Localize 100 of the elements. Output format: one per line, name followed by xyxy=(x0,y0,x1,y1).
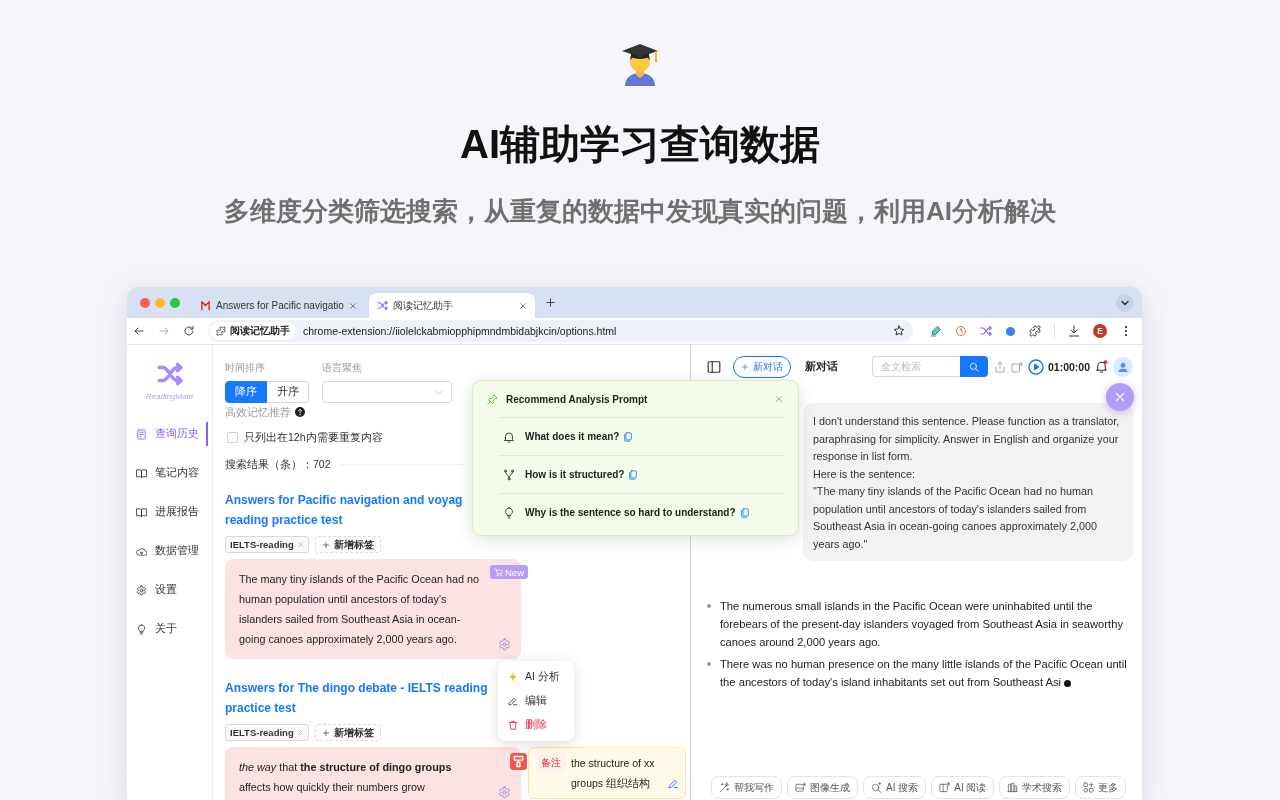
hero-title: AI辅助学习查询数据 xyxy=(460,121,820,168)
menu-item[interactable]: 编辑 xyxy=(498,689,574,713)
plus-icon xyxy=(741,362,749,371)
search-icon xyxy=(968,361,979,372)
pencil-icon xyxy=(508,696,518,706)
nav-item[interactable]: 笔记内容 xyxy=(132,461,208,485)
tag-label: IELTS-reading xyxy=(230,727,294,738)
zoom-window-icon[interactable] xyxy=(170,297,180,308)
settings-icon xyxy=(136,584,147,596)
search-sparkle-icon xyxy=(871,782,882,793)
badge-label: New xyxy=(505,566,524,578)
site-logo-icon xyxy=(200,300,211,311)
circle-icon[interactable] xyxy=(1005,325,1016,337)
settings-icon[interactable] xyxy=(498,638,511,651)
student-icon xyxy=(620,42,660,86)
cart-icon xyxy=(494,567,503,577)
tool-button[interactable]: 帮我写作 xyxy=(711,776,782,799)
nav-item[interactable]: 关于 xyxy=(132,617,208,641)
play-icon[interactable] xyxy=(1027,358,1044,375)
pin-icon xyxy=(487,393,498,405)
prompt-option[interactable]: How is it structured? xyxy=(499,455,784,493)
add-window-icon[interactable] xyxy=(1010,360,1023,373)
excerpt-text: the way that the structure of dingo groups affects how quickly their numbers grow xyxy=(239,760,453,795)
cloud-icon xyxy=(136,545,147,557)
checkbox[interactable] xyxy=(227,431,238,443)
bell-icon xyxy=(503,430,515,443)
puzzle-icon[interactable] xyxy=(1029,325,1041,337)
clock-icon[interactable] xyxy=(955,325,967,337)
note-tag: 备注 xyxy=(536,754,566,772)
tool-button[interactable]: 更多 xyxy=(1075,776,1127,799)
bell-icon[interactable] xyxy=(1095,360,1108,373)
sort-option[interactable]: 降序 xyxy=(225,381,267,403)
highlighter-icon[interactable] xyxy=(930,325,942,337)
entry-title-link[interactable]: Answers for Pacific navigation and voyag reading practice test xyxy=(225,490,463,530)
url-text: chrome-extension://iiolelckabmiopphipmndmbidabjkcin/options.html xyxy=(303,325,617,337)
chevron-down-icon[interactable] xyxy=(1116,293,1134,312)
prompt-option[interactable]: What does it mean? xyxy=(499,417,784,455)
close-icon[interactable] xyxy=(296,729,304,736)
entry-title-link[interactable]: Answers for The dingo debate - IELTS reading practice test xyxy=(225,678,488,718)
tool-button[interactable]: 图像生成 xyxy=(787,776,858,799)
book-sparkle-icon xyxy=(939,782,951,793)
browser-tab[interactable]: Answers for Pacific navigatio xyxy=(192,293,365,318)
site-chip[interactable]: 阅读记忆助手 xyxy=(210,322,296,340)
settings-icon[interactable] xyxy=(498,786,511,799)
close-icon[interactable] xyxy=(774,394,784,404)
sidebar-toggle-icon[interactable] xyxy=(707,359,721,374)
close-icon[interactable] xyxy=(348,301,357,310)
search-field[interactable]: 全文检索 xyxy=(871,356,960,377)
nav-item[interactable]: 进展报告 xyxy=(132,500,208,524)
plus-icon xyxy=(321,728,330,737)
filter-label: 语言聚焦 xyxy=(322,361,363,375)
bulb-icon xyxy=(503,506,515,519)
reload-icon[interactable] xyxy=(183,325,195,337)
menu-item[interactable]: 删除 xyxy=(498,713,574,737)
user-message: I don't understand this sentence. Please function as a translator, paraphrasing for simplicity. Answer in English and organize your response in list form. Here is the sentence: "The many tiny islands of the Pacific Ocean had no human population until ancestors of today's islanders sailed from Southeast Asia in ocean-going canoes approximately 2,000 years ago." xyxy=(803,403,1133,561)
shuffle-icon[interactable] xyxy=(980,325,992,337)
back-icon[interactable] xyxy=(133,325,145,337)
tool-button[interactable]: 学术搜索 xyxy=(999,776,1071,799)
share-icon[interactable] xyxy=(993,360,1006,373)
checkbox-label: 只列出在12h内需要重复内容 xyxy=(244,430,383,444)
close-icon[interactable] xyxy=(296,541,304,548)
menu-item[interactable]: AI 分析 xyxy=(498,665,574,689)
address-bar[interactable]: 阅读记忆助手 chrome-extension://iiolelckabmiopphipmndmbidabjkcin/options.html xyxy=(208,320,913,342)
result-count: 搜索结果（条）：702 xyxy=(225,457,331,471)
copy-icon[interactable] xyxy=(623,431,634,442)
profile-avatar[interactable]: E xyxy=(1093,324,1107,338)
close-icon[interactable] xyxy=(518,301,527,310)
plus-icon[interactable] xyxy=(544,297,556,308)
lightning-icon xyxy=(508,672,518,682)
download-icon[interactable] xyxy=(1068,325,1080,337)
close-button[interactable] xyxy=(1106,383,1134,411)
tool-button[interactable]: AI 搜索 xyxy=(863,776,927,799)
prompt-option[interactable]: Why is the sentence so hard to understand? xyxy=(499,493,784,531)
answer-text: There was no human presence on the many little islands of the Pacific Ocean until the ancestors of today's island inhabitants set out from Southeast Asi xyxy=(720,658,1127,688)
chevron-down-icon xyxy=(434,387,443,397)
close-window-icon[interactable] xyxy=(140,297,150,308)
paint-roller-icon xyxy=(510,753,527,770)
tool-button[interactable]: AI 阅读 xyxy=(931,776,995,799)
search-button[interactable] xyxy=(959,356,988,377)
nav-item[interactable]: 查询历史 xyxy=(132,422,208,446)
add-tag-button[interactable]: 新增标签 xyxy=(314,724,381,741)
help-icon[interactable] xyxy=(295,407,305,417)
new-chat-button[interactable]: 新对话 xyxy=(733,355,791,378)
forward-icon[interactable] xyxy=(158,325,170,337)
chat-title: 新对话 xyxy=(805,359,838,374)
star-icon[interactable] xyxy=(893,325,905,337)
bullet-icon xyxy=(707,604,711,608)
answer-text: The numerous small islands in the Pacific Ocean were uninhabited until the forebears of the present-day islanders voyaged from Southeast Asia in seaworthy canoes around 2,000 years ago. xyxy=(720,600,1123,648)
sort-option[interactable]: 升序 xyxy=(267,381,309,403)
filter-label: 时间排序 xyxy=(225,361,266,375)
nav-item[interactable]: 设置 xyxy=(132,578,208,602)
browser-tab[interactable]: 阅读记忆助手 xyxy=(368,293,535,318)
copy-icon[interactable] xyxy=(628,469,639,480)
avatar-icon[interactable] xyxy=(1113,356,1133,377)
shuffle-icon xyxy=(376,300,388,311)
tag-label: IELTS-reading xyxy=(230,539,294,550)
copy-icon[interactable] xyxy=(739,507,750,518)
add-tag-button[interactable]: 新增标签 xyxy=(314,536,381,553)
edit-icon[interactable] xyxy=(668,778,679,789)
nav-item[interactable]: 数据管理 xyxy=(132,539,208,563)
